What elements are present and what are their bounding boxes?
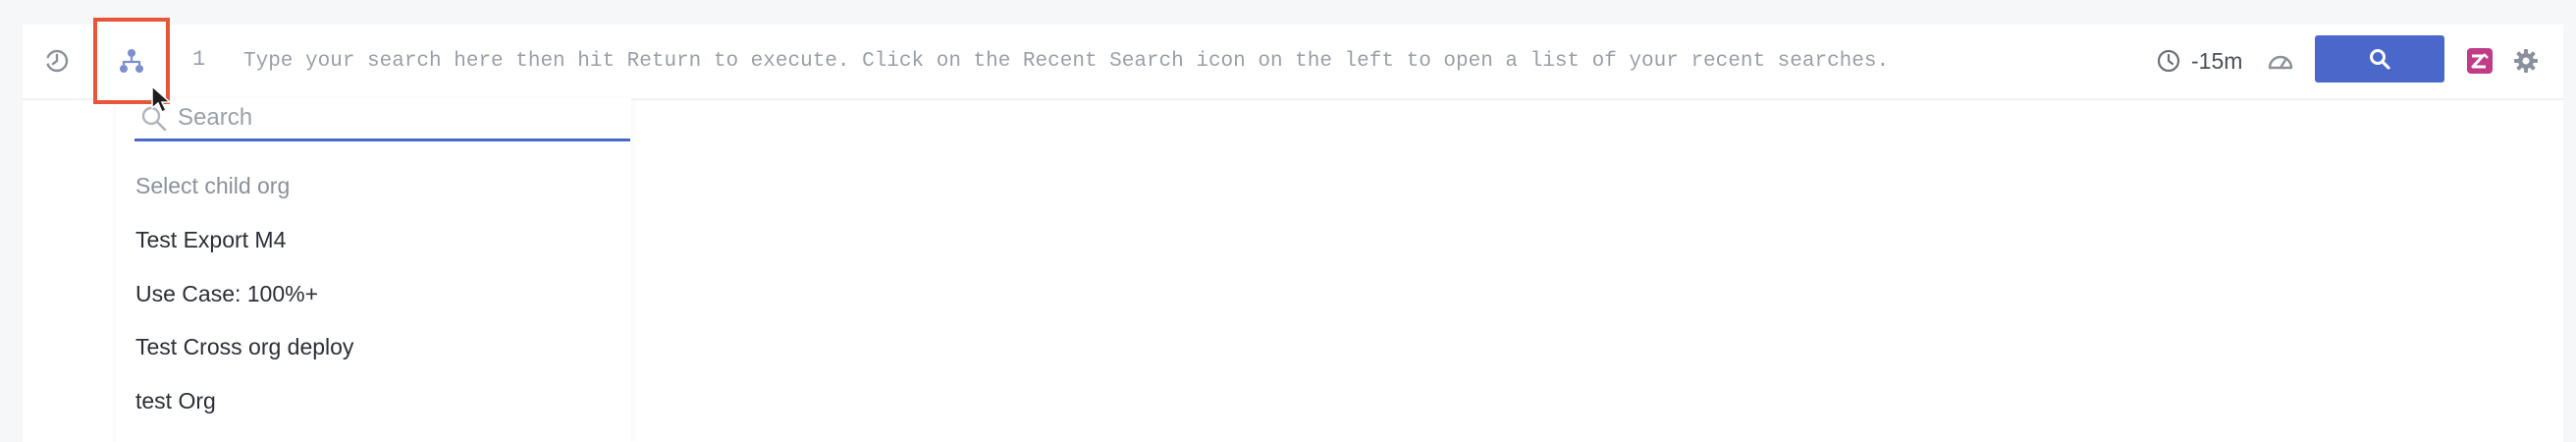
org-option[interactable]: Test Cross org deploy (135, 334, 353, 360)
speedometer-icon (2268, 55, 2293, 70)
org-search-input[interactable] (178, 98, 610, 138)
app-logo-button[interactable] (2460, 41, 2499, 81)
history-icon (44, 49, 69, 73)
clock-icon (2157, 49, 2180, 73)
search-icon (2370, 49, 2390, 70)
dropdown-header: Select child org (135, 173, 291, 198)
org-option[interactable]: Use Case: 100%+ (135, 281, 318, 307)
recent-search-button[interactable] (37, 41, 77, 81)
child-org-dropdown: Select child org Test Export M4 Use Case… (116, 98, 631, 442)
gear-icon (2514, 49, 2538, 73)
org-hierarchy-icon (120, 49, 143, 73)
search-submit-button[interactable] (2315, 35, 2444, 83)
org-option[interactable]: test Org (135, 388, 216, 414)
mouse-cursor-icon (151, 84, 172, 114)
settings-button[interactable] (2506, 41, 2546, 81)
search-query-input[interactable] (228, 37, 2093, 84)
search-mode-button[interactable] (2261, 41, 2300, 81)
org-option[interactable]: Test Export M4 (135, 227, 286, 253)
org-search-field (134, 98, 630, 141)
time-range-picker[interactable]: -15m (2156, 41, 2242, 81)
line-number: 1 (192, 47, 206, 72)
app-logo-icon (2467, 48, 2493, 74)
time-range-label: -15m (2191, 47, 2243, 74)
